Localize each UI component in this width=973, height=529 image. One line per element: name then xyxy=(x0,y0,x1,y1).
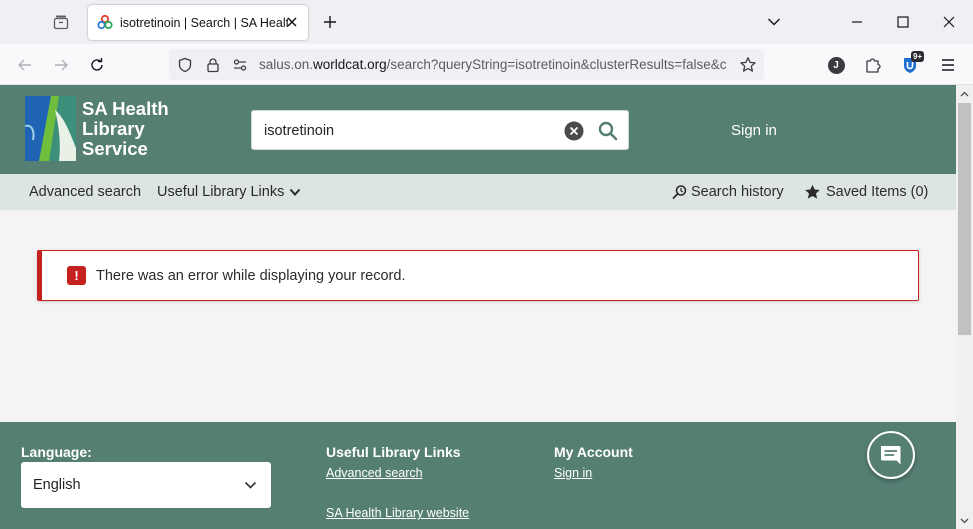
search-history-label: Search history xyxy=(691,184,784,200)
scroll-down-icon[interactable] xyxy=(956,512,973,529)
search-input[interactable] xyxy=(264,120,554,142)
reload-button[interactable] xyxy=(83,51,111,79)
search-history-link[interactable]: Search history xyxy=(672,184,784,200)
plus-icon xyxy=(324,16,336,28)
secondary-nav: Advanced search Useful Library Links Sea… xyxy=(0,174,956,210)
new-tab-button[interactable] xyxy=(318,10,342,34)
footer-my-account-heading: My Account xyxy=(554,444,633,460)
profile-avatar: J xyxy=(827,56,845,74)
clear-search-icon xyxy=(564,121,584,141)
url-prefix: salus.on. xyxy=(259,57,314,72)
language-select[interactable]: English xyxy=(21,462,271,508)
worldcat-favicon xyxy=(97,14,113,31)
search-history-icon xyxy=(672,185,687,199)
sign-in-button[interactable]: Sign in xyxy=(731,122,777,139)
list-all-tabs-button[interactable] xyxy=(762,10,786,34)
chevron-down-icon xyxy=(290,188,301,196)
sidebar-tabs-icon[interactable] xyxy=(45,8,77,36)
search-box xyxy=(251,110,629,150)
page-content: SA Health Library Service Sign in Advanc… xyxy=(0,85,956,529)
browser-tab-bar: isotretinoin | Search | SA Health xyxy=(0,0,973,44)
advanced-search-link[interactable]: Advanced search xyxy=(29,184,141,200)
tracking-shield-icon[interactable] xyxy=(176,56,194,74)
clear-search-button[interactable] xyxy=(564,121,584,141)
extension-badge: 9+ xyxy=(911,51,925,62)
logo-mark-icon xyxy=(25,96,76,161)
minimize-button[interactable] xyxy=(843,8,871,36)
maximize-button[interactable] xyxy=(889,8,917,36)
chat-icon xyxy=(881,446,901,465)
window-close-button[interactable] xyxy=(935,8,963,36)
logo-line-2: Library xyxy=(82,117,145,139)
scroll-up-icon[interactable] xyxy=(956,85,973,102)
extension-button[interactable]: 9+ xyxy=(896,51,925,79)
site-footer: Language: English Useful Library Links A… xyxy=(0,422,956,529)
search-button[interactable] xyxy=(596,119,620,143)
footer-useful-links-heading: Useful Library Links xyxy=(326,444,461,460)
address-bar[interactable]: salus.on.worldcat.org/search?queryString… xyxy=(169,49,764,80)
logo-line-1: SA Health xyxy=(82,97,169,119)
forward-button[interactable] xyxy=(47,51,75,79)
forward-arrow-icon xyxy=(55,59,68,71)
back-arrow-icon xyxy=(18,59,31,71)
star-icon[interactable] xyxy=(738,55,758,75)
lock-icon[interactable] xyxy=(204,56,222,74)
url-text[interactable]: salus.on.worldcat.org/search?queryString… xyxy=(259,57,733,74)
language-value: English xyxy=(33,477,81,493)
footer-advanced-search-link[interactable]: Advanced search xyxy=(326,466,423,480)
error-icon: ! xyxy=(67,266,86,285)
tab-title: isotretinoin | Search | SA Health xyxy=(120,15,288,30)
minimize-icon xyxy=(852,21,862,23)
close-window-icon xyxy=(943,16,955,28)
language-heading: Language: xyxy=(21,444,92,460)
puzzle-icon xyxy=(866,58,881,73)
browser-tab-active[interactable]: isotretinoin | Search | SA Health xyxy=(88,5,308,40)
footer-sign-in-link[interactable]: Sign in xyxy=(554,466,592,480)
logo-line-3: Service xyxy=(82,137,148,159)
maximize-icon xyxy=(897,16,909,28)
back-button[interactable] xyxy=(11,51,39,79)
error-alert: ! There was an error while displaying yo… xyxy=(37,250,919,301)
extensions-button[interactable] xyxy=(859,51,887,79)
close-icon[interactable] xyxy=(284,14,300,30)
useful-links-label: Useful Library Links xyxy=(157,184,285,200)
useful-links-dropdown[interactable]: Useful Library Links xyxy=(157,184,301,200)
chat-button[interactable] xyxy=(867,431,915,479)
saved-items-label: Saved Items (0) xyxy=(826,184,929,200)
hamburger-menu-icon xyxy=(942,59,954,71)
chevron-down-icon xyxy=(243,479,257,491)
site-logo[interactable]: SA Health Library Service xyxy=(25,96,175,161)
reload-icon xyxy=(91,58,103,71)
logo-text: SA Health Library Service xyxy=(82,97,169,159)
saved-items-link[interactable]: Saved Items (0) xyxy=(804,184,928,200)
account-button[interactable]: J xyxy=(822,51,850,79)
star-filled-icon xyxy=(805,184,820,199)
search-icon xyxy=(598,121,618,141)
url-path: /search?queryString=isotretinoin&cluster… xyxy=(386,57,727,72)
page-scrollbar[interactable] xyxy=(956,85,973,529)
url-host: worldcat.org xyxy=(313,57,387,72)
permissions-icon[interactable] xyxy=(231,56,249,74)
browser-toolbar: salus.on.worldcat.org/search?queryString… xyxy=(0,44,973,85)
app-menu-button[interactable] xyxy=(934,51,962,79)
chevron-down-icon xyxy=(768,18,780,26)
scroll-thumb[interactable] xyxy=(958,103,971,335)
footer-sa-health-website-link[interactable]: SA Health Library website xyxy=(326,506,469,520)
site-header: SA Health Library Service Sign in xyxy=(0,85,956,174)
error-message: There was an error while displaying your… xyxy=(96,268,406,284)
